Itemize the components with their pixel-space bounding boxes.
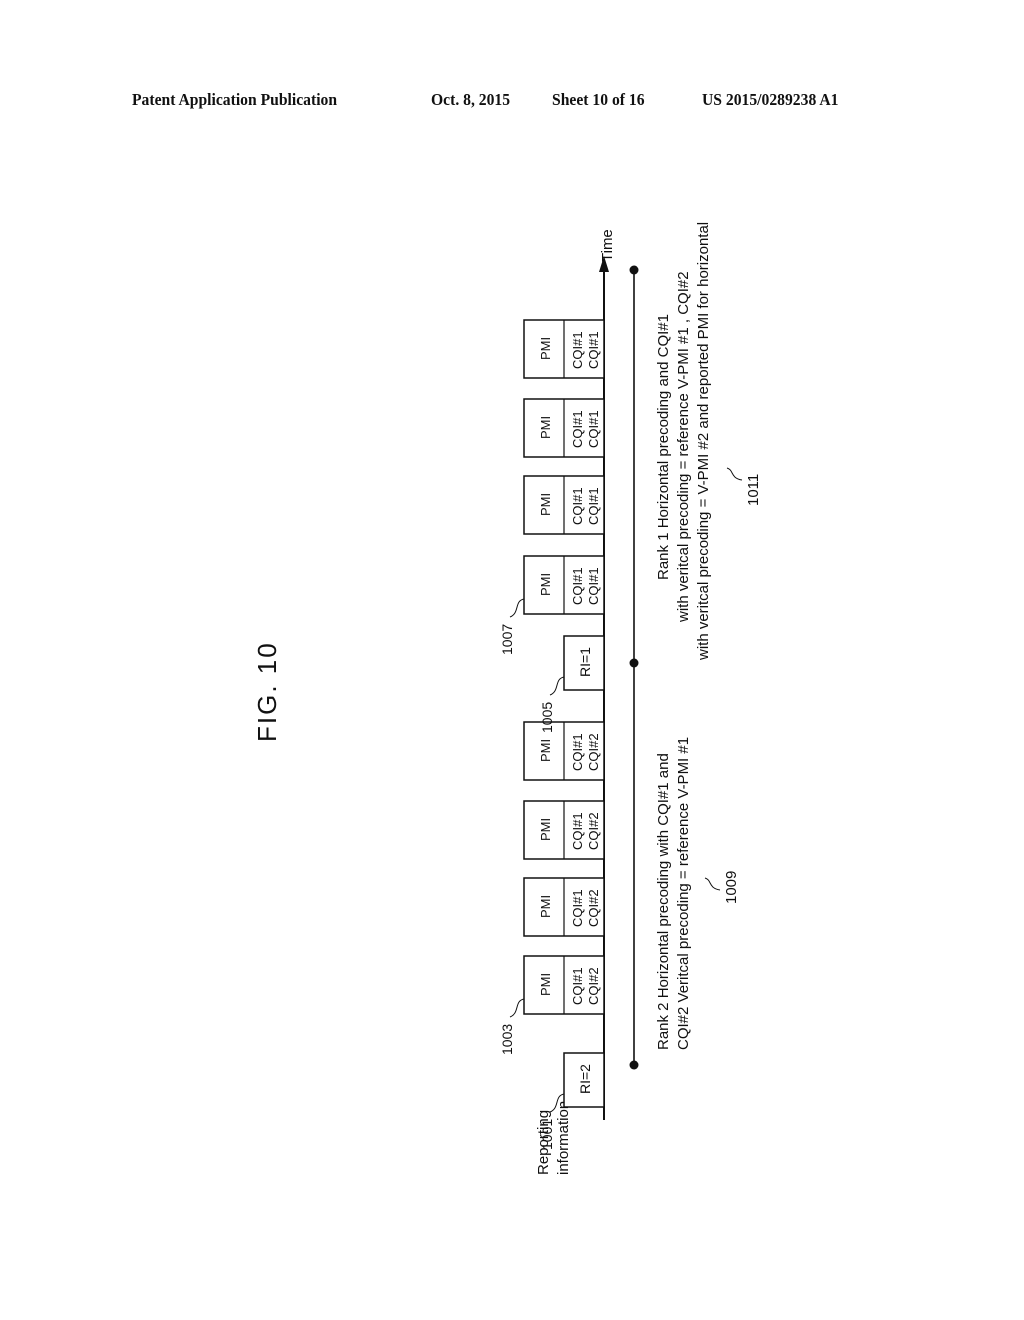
period1-line2: CQI#2 Veritcal precoding = reference V-P… — [675, 737, 692, 1050]
figure-title: FIG. 10 — [252, 641, 282, 742]
cqi-second: CQI#1 — [586, 487, 601, 525]
cqi-first: CQI#1 — [570, 967, 585, 1005]
cqi-second: CQI#1 — [586, 331, 601, 369]
ri-report-block: RI=1 1005 — [539, 635, 605, 733]
pmi-report-block: PMI CQI#1 CQI#2 — [523, 877, 605, 937]
pmi-label: PMI — [538, 573, 553, 596]
cqi-first: CQI#1 — [570, 733, 585, 771]
period-boundary-dot — [629, 658, 639, 668]
period2-ref: 1011 — [745, 474, 762, 506]
row-label-line2: information — [555, 1101, 572, 1175]
cqi-first: CQI#1 — [570, 487, 585, 525]
period1-line1: Rank 2 Horizontal precoding with CQI#1 a… — [655, 753, 672, 1050]
ref-numeral: 1003 — [499, 1024, 515, 1055]
cqi-second: CQI#1 — [586, 567, 601, 605]
pmi-report-block: PMI CQI#1 CQI#2 — [523, 800, 605, 860]
ref-numeral: 1005 — [539, 702, 555, 733]
ref-leader — [509, 598, 525, 618]
report-blocks: RI=21001PMI CQI#1 CQI#21003PMI CQI#1 CQI#2PM… — [499, 319, 605, 1150]
pmi-label: PMI — [538, 493, 553, 516]
cqi-first: CQI#1 — [570, 567, 585, 605]
pmi-label: PMI — [538, 895, 553, 918]
cqi-second: CQI#2 — [586, 967, 601, 1005]
cqi-second: CQI#2 — [586, 733, 601, 771]
period2-line3: with veritcal precoding = V-PMI #2 and r… — [695, 222, 712, 661]
pmi-label: PMI — [538, 818, 553, 841]
cqi-first: CQI#1 — [570, 331, 585, 369]
cqi-first: CQI#1 — [570, 889, 585, 927]
pmi-report-block: PMI CQI#1 CQI#1 — [523, 319, 605, 379]
period1-leader — [704, 877, 721, 891]
pmi-report-block: PMI CQI#1 CQI#1 — [523, 475, 605, 535]
period2-leader — [726, 467, 743, 481]
ri-label: RI=1 — [577, 647, 593, 677]
cqi-second: CQI#2 — [586, 889, 601, 927]
pmi-label: PMI — [538, 416, 553, 439]
ref-numeral: 1007 — [499, 624, 515, 655]
pmi-label: PMI — [538, 973, 553, 996]
cqi-first: CQI#1 — [570, 410, 585, 448]
period-end-dot — [629, 265, 639, 275]
pmi-label: PMI — [538, 739, 553, 762]
figure-diagram: FIG. 10 Time Reporting information RI=21… — [252, 222, 762, 1175]
ref-leader — [549, 676, 565, 696]
pmi-label: PMI — [538, 337, 553, 360]
pmi-report-block: PMI CQI#1 CQI#2 — [523, 721, 605, 781]
ri-label: RI=2 — [577, 1064, 593, 1094]
period2-line1: Rank 1 Horizontal precoding and CQI#1 — [655, 314, 672, 580]
period2-line2: with veritcal precoding = reference V-PM… — [675, 271, 692, 623]
cqi-second: CQI#2 — [586, 812, 601, 850]
ref-leader — [509, 998, 525, 1018]
period1-ref: 1009 — [723, 871, 740, 904]
cqi-second: CQI#1 — [586, 410, 601, 448]
pmi-report-block: PMI CQI#1 CQI#2 1003 — [499, 955, 605, 1055]
pmi-report-block: PMI CQI#1 CQI#1 — [523, 398, 605, 458]
time-label: Time — [599, 229, 616, 262]
period-start-dot — [629, 1060, 639, 1070]
cqi-first: CQI#1 — [570, 812, 585, 850]
ref-numeral: 1001 — [539, 1119, 555, 1150]
